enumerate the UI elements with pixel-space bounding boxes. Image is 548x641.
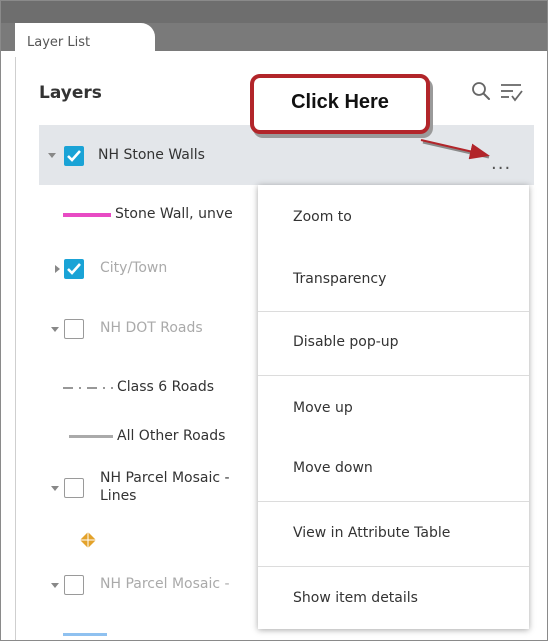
callout-arrow-icon bbox=[420, 139, 490, 160]
layer-list-widget: Layer List Layers NH Stone Walls ... Sto… bbox=[0, 0, 548, 641]
